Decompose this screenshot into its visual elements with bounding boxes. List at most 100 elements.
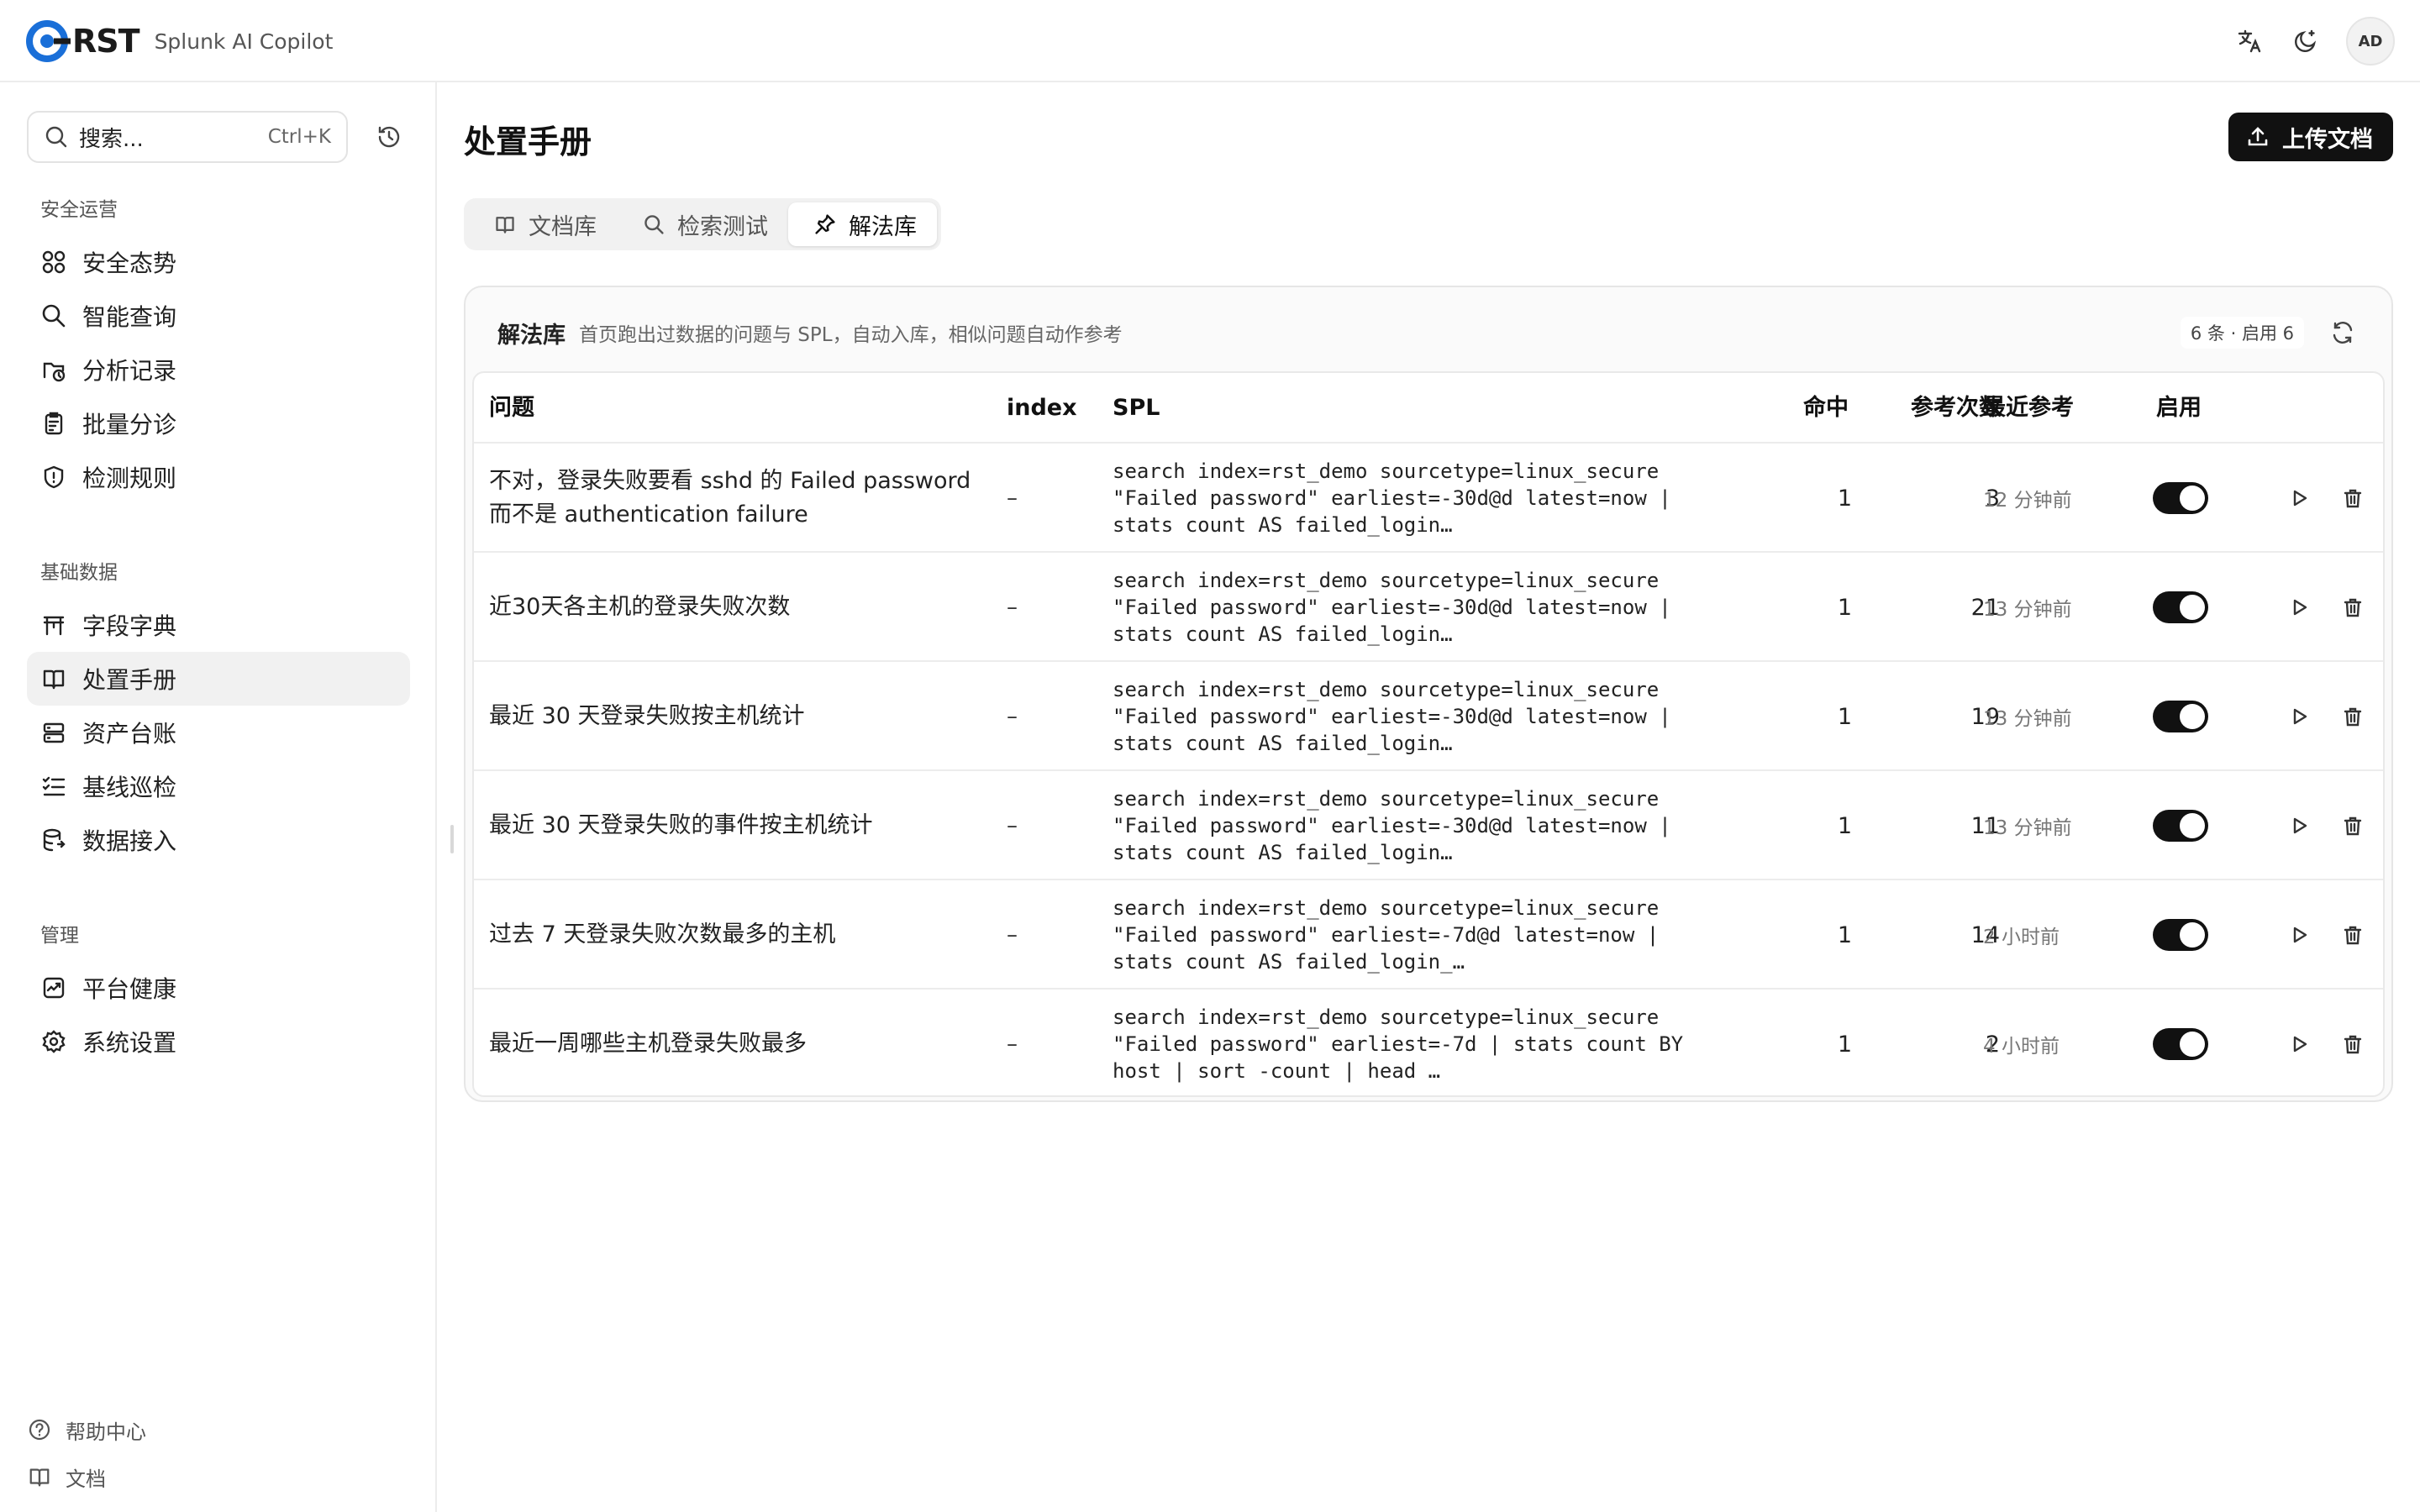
- row-spl: search index=rst_demo sourcetype=linux_s…: [1113, 1005, 1696, 1083]
- table-row[interactable]: 过去 7 天登录失败次数最多的主机 – search index=rst_dem…: [474, 880, 2383, 990]
- search-shortcut: Ctrl+K: [267, 126, 331, 148]
- sidebar-footer: 帮助中心 文档: [27, 1406, 146, 1500]
- row-enabled-cell: [2153, 444, 2208, 553]
- column-header-question: 问题: [489, 395, 534, 421]
- sidebar-item-field-dictionary[interactable]: 字段字典: [27, 598, 410, 652]
- row-hits: 1: [1837, 812, 1852, 839]
- clipboard-icon: [40, 410, 67, 437]
- table-row[interactable]: 最近 30 天登录失败按主机统计 – search index=rst_demo…: [474, 662, 2383, 771]
- trash-icon[interactable]: [2336, 1027, 2370, 1061]
- user-avatar[interactable]: AD: [2346, 17, 2395, 66]
- tab-label: 检索测试: [677, 213, 768, 240]
- translate-icon[interactable]: [2235, 26, 2265, 56]
- sidebar-item-security-posture[interactable]: 安全态势: [27, 235, 410, 289]
- table-row[interactable]: 最近 30 天登录失败的事件按主机统计 – search index=rst_d…: [474, 771, 2383, 880]
- trash-icon[interactable]: [2336, 918, 2370, 952]
- table-icon: [40, 612, 67, 638]
- theme-toggle-icon[interactable]: [2291, 26, 2321, 56]
- column-header-hits: 命中: [1803, 395, 1849, 421]
- sidebar-item-label: 平台健康: [82, 975, 177, 1003]
- row-spl: search index=rst_demo sourcetype=linux_s…: [1113, 459, 1684, 537]
- play-icon[interactable]: [2282, 918, 2316, 952]
- nav-section-title: 安全运营: [40, 199, 118, 221]
- table-row[interactable]: 不对，登录失败要看 sshd 的 Failed password 而不是 aut…: [474, 444, 2383, 553]
- upload-document-button[interactable]: 上传文档: [2228, 113, 2393, 161]
- row-hits: 1: [1837, 703, 1852, 730]
- sidebar-search-row: 搜索... Ctrl+K: [27, 111, 410, 163]
- solutions-table: 问题 index SPL 命中 参考次数 最近参考 启用 不对，登录失败要看 s…: [472, 371, 2385, 1097]
- grid-icon: [40, 249, 67, 276]
- footer-item-docs[interactable]: 文档: [27, 1453, 146, 1500]
- nav-section-title: 基础数据: [40, 562, 118, 584]
- play-icon[interactable]: [2282, 700, 2316, 733]
- sidebar-item-playbook[interactable]: 处置手册: [27, 652, 410, 706]
- refresh-icon[interactable]: [2326, 316, 2360, 349]
- sidebar-item-baseline-inspection[interactable]: 基线巡检: [27, 759, 410, 813]
- enabled-toggle[interactable]: [2153, 810, 2208, 842]
- trash-icon[interactable]: [2336, 591, 2370, 624]
- book-icon: [493, 213, 517, 236]
- column-header-last-ref: 最近参考: [1983, 395, 2074, 421]
- sidebar-resize-handle[interactable]: [450, 825, 454, 853]
- sidebar-item-system-settings[interactable]: 系统设置: [27, 1015, 410, 1068]
- footer-item-help-center[interactable]: 帮助中心: [27, 1406, 146, 1453]
- row-question: 近30天各主机的登录失败次数: [489, 594, 791, 620]
- row-index: –: [1007, 704, 1018, 729]
- search-icon: [45, 126, 67, 148]
- search-icon: [40, 302, 67, 329]
- row-last-ref: 4 小时前: [1983, 1036, 2060, 1058]
- tab-retrieval-test[interactable]: 检索测试: [617, 202, 788, 246]
- row-last-ref: 2 小时前: [1983, 927, 2060, 948]
- sidebar-item-label: 批量分诊: [82, 411, 177, 438]
- toggle-knob: [2180, 704, 2205, 729]
- table-row[interactable]: 最近一周哪些主机登录失败最多 – search index=rst_demo s…: [474, 990, 2383, 1095]
- sidebar-item-platform-health[interactable]: 平台健康: [27, 961, 410, 1015]
- history-icon[interactable]: [368, 116, 410, 158]
- row-question: 最近 30 天登录失败按主机统计: [489, 703, 805, 729]
- play-icon[interactable]: [2282, 481, 2316, 515]
- row-index: –: [1007, 922, 1018, 948]
- top-bar: RST Splunk AI Copilot AD: [0, 0, 2420, 82]
- sidebar-item-smart-query[interactable]: 智能查询: [27, 289, 410, 343]
- toggle-knob: [2180, 595, 2205, 620]
- logo-text: RST: [72, 23, 140, 60]
- tab-document-library[interactable]: 文档库: [468, 202, 617, 246]
- row-index: –: [1007, 813, 1018, 838]
- sidebar-item-asset-ledger[interactable]: 资产台账: [27, 706, 410, 759]
- play-icon[interactable]: [2282, 809, 2316, 843]
- trash-icon[interactable]: [2336, 700, 2370, 733]
- row-run-cell: [2282, 880, 2316, 990]
- row-question: 最近 30 天登录失败的事件按主机统计: [489, 812, 873, 838]
- sidebar-item-detection-rules[interactable]: 检测规则: [27, 450, 410, 504]
- row-enabled-cell: [2153, 553, 2208, 662]
- enabled-toggle[interactable]: [2153, 1028, 2208, 1060]
- sidebar: 搜索... Ctrl+K 安全运营 安全态势 智能查询 分析记录 批量分诊 检测…: [0, 82, 437, 1512]
- enabled-toggle[interactable]: [2153, 591, 2208, 623]
- tab-label: 解法库: [849, 213, 917, 240]
- row-enabled-cell: [2153, 771, 2208, 880]
- enabled-toggle[interactable]: [2153, 919, 2208, 951]
- sidebar-item-data-ingestion[interactable]: 数据接入: [27, 813, 410, 867]
- row-enabled-cell: [2153, 662, 2208, 771]
- row-question: 不对，登录失败要看 sshd 的 Failed password 而不是 aut…: [489, 468, 971, 528]
- enabled-toggle[interactable]: [2153, 701, 2208, 732]
- row-last-ref: 13 分钟前: [1983, 708, 2072, 730]
- app-logo[interactable]: RST Splunk AI Copilot: [22, 18, 333, 64]
- sidebar-item-label: 资产台账: [82, 720, 177, 748]
- trash-icon[interactable]: [2336, 481, 2370, 515]
- sidebar-search-input[interactable]: 搜索... Ctrl+K: [27, 111, 348, 163]
- play-icon[interactable]: [2282, 1027, 2316, 1061]
- sidebar-item-analysis-records[interactable]: 分析记录: [27, 343, 410, 396]
- tab-solution-library[interactable]: 解法库: [788, 202, 937, 246]
- trash-icon[interactable]: [2336, 809, 2370, 843]
- row-spl: search index=rst_demo sourcetype=linux_s…: [1113, 678, 1684, 755]
- page-title: 处置手册: [464, 123, 592, 160]
- sidebar-item-batch-triage[interactable]: 批量分诊: [27, 396, 410, 450]
- row-last-ref: 13 分钟前: [1983, 599, 2072, 621]
- sidebar-item-label: 分析记录: [82, 357, 177, 385]
- table-row[interactable]: 近30天各主机的登录失败次数 – search index=rst_demo s…: [474, 553, 2383, 662]
- sidebar-item-label: 安全态势: [82, 249, 177, 277]
- row-enabled-cell: [2153, 880, 2208, 990]
- play-icon[interactable]: [2282, 591, 2316, 624]
- enabled-toggle[interactable]: [2153, 482, 2208, 514]
